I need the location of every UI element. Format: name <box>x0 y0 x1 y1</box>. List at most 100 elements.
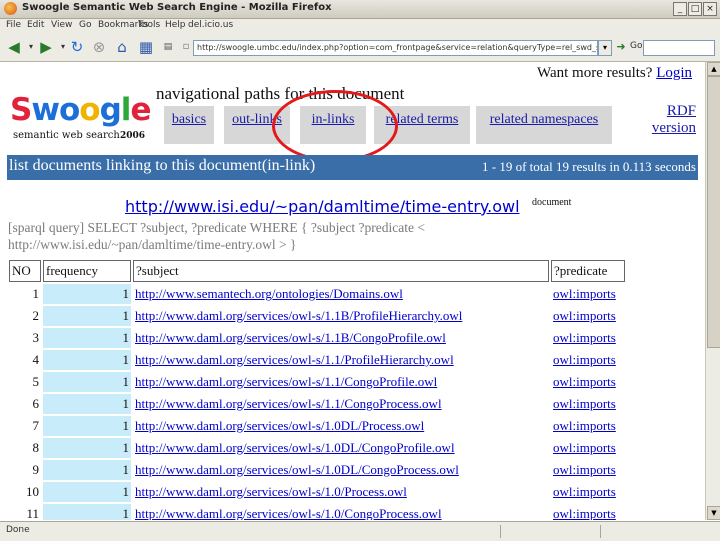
predicate-link[interactable]: owl:imports <box>553 308 616 323</box>
back-icon[interactable]: ◀ <box>5 38 23 56</box>
tab-basics[interactable]: basics <box>164 106 214 144</box>
subject-cell: http://www.semantech.org/ontologies/Doma… <box>133 284 549 304</box>
vertical-scrollbar[interactable]: ▲ ▼ <box>705 62 720 520</box>
column-header-predicate: ?predicate <box>551 260 625 282</box>
predicate-link[interactable]: owl:imports <box>553 462 616 477</box>
predicate-cell: owl:imports <box>551 350 625 370</box>
table-row: 8 1 http://www.daml.org/services/owl-s/1.0… <box>9 438 625 458</box>
document-url-link[interactable]: http://www.isi.edu/~pan/damltime/time-en… <box>125 197 520 216</box>
url-dropdown-icon[interactable]: ▾ <box>598 40 612 56</box>
subject-link[interactable]: http://www.daml.org/services/owl-s/1.1B/… <box>135 308 462 323</box>
menu-go[interactable]: Go <box>79 20 91 30</box>
row-frequency: 1 <box>43 328 131 348</box>
row-frequency: 1 <box>43 306 131 326</box>
predicate-cell: owl:imports <box>551 372 625 392</box>
table-row: 11 1 http://www.daml.org/services/owl-s/1.… <box>9 504 625 520</box>
subject-link[interactable]: http://www.daml.org/services/owl-s/1.1/C… <box>135 396 442 411</box>
subject-cell: http://www.daml.org/services/owl-s/1.1/C… <box>133 394 549 414</box>
column-header-subject: ?subject <box>133 260 549 282</box>
rdf-version-link[interactable]: RDF version <box>648 103 696 137</box>
column-header-no: NO <box>9 260 41 282</box>
status-divider <box>600 525 601 538</box>
login-link[interactable]: Login <box>656 65 692 81</box>
tag-icon[interactable]: ▤ <box>159 38 177 56</box>
reload-icon[interactable]: ↻ <box>68 38 86 56</box>
row-number: 4 <box>9 350 41 370</box>
predicate-link[interactable]: owl:imports <box>553 506 616 520</box>
row-number: 1 <box>9 284 41 304</box>
minimize-button[interactable]: _ <box>673 2 687 16</box>
subject-link[interactable]: http://www.daml.org/services/owl-s/1.1/P… <box>135 352 454 367</box>
predicate-link[interactable]: owl:imports <box>553 330 616 345</box>
menu-bar: File Edit View Go Bookmarks Tools Help d… <box>0 19 720 33</box>
predicate-link[interactable]: owl:imports <box>553 440 616 455</box>
subject-link[interactable]: http://www.daml.org/services/owl-s/1.1/C… <box>135 374 437 389</box>
more-results-text: Want more results? <box>537 65 653 81</box>
predicate-link[interactable]: owl:imports <box>553 286 616 301</box>
logo-year: 2006 <box>120 131 146 141</box>
menu-tools[interactable]: Tools <box>138 20 160 30</box>
subject-link[interactable]: http://www.daml.org/services/owl-s/1.0DL… <box>135 418 424 433</box>
table-row: 7 1 http://www.daml.org/services/owl-s/1.0… <box>9 416 625 436</box>
menu-edit[interactable]: Edit <box>27 20 44 30</box>
row-number: 11 <box>9 504 41 520</box>
table-row: 3 1 http://www.daml.org/services/owl-s/1.1… <box>9 328 625 348</box>
predicate-cell: owl:imports <box>551 504 625 520</box>
menu-help[interactable]: Help <box>165 20 186 30</box>
predicate-link[interactable]: owl:imports <box>553 396 616 411</box>
section-header-bar: list documents linking to this document(… <box>7 155 698 180</box>
menu-delicious[interactable]: del.icio.us <box>188 20 233 30</box>
bookmark-page-icon[interactable]: ▦ <box>137 38 155 56</box>
predicate-link[interactable]: owl:imports <box>553 352 616 367</box>
row-frequency: 1 <box>43 372 131 392</box>
subject-cell: http://www.daml.org/services/owl-s/1.0/P… <box>133 482 549 502</box>
navigation-toolbar: ◀ ▾ ▶ ▾ ↻ ⊗ ⌂ ▦ ▤ ▫ http://swoogle.umbc.… <box>0 33 720 62</box>
table-row: 1 1 http://www.semantech.org/ontologies/Do… <box>9 284 625 304</box>
result-summary: 1 - 19 of total 19 results in 0.113 seco… <box>482 159 696 174</box>
forward-icon[interactable]: ▶ <box>37 38 55 56</box>
predicate-link[interactable]: owl:imports <box>553 484 616 499</box>
highlight-circle <box>272 90 398 162</box>
predicate-cell: owl:imports <box>551 482 625 502</box>
row-number: 6 <box>9 394 41 414</box>
maximize-button[interactable]: □ <box>688 2 702 16</box>
go-button[interactable]: Go <box>630 41 642 51</box>
scrollbar-thumb[interactable] <box>707 76 720 348</box>
subject-cell: http://www.daml.org/services/owl-s/1.0DL… <box>133 416 549 436</box>
close-button[interactable]: × <box>703 2 717 16</box>
home-icon[interactable]: ⌂ <box>113 38 131 56</box>
row-number: 10 <box>9 482 41 502</box>
window-title: Swoogle Semantic Web Search Engine - Moz… <box>22 2 332 13</box>
scroll-down-icon[interactable]: ▼ <box>707 506 720 520</box>
predicate-link[interactable]: owl:imports <box>553 418 616 433</box>
subject-link[interactable]: http://www.daml.org/services/owl-s/1.0DL… <box>135 440 455 455</box>
subject-link[interactable]: http://www.daml.org/services/owl-s/1.0/P… <box>135 484 407 499</box>
search-input[interactable] <box>643 40 715 56</box>
row-number: 8 <box>9 438 41 458</box>
row-number: 9 <box>9 460 41 480</box>
predicate-link[interactable]: owl:imports <box>553 374 616 389</box>
column-header-frequency: frequency <box>43 260 131 282</box>
row-frequency: 1 <box>43 350 131 370</box>
subject-link[interactable]: http://www.daml.org/services/owl-s/1.1B/… <box>135 330 446 345</box>
subject-cell: http://www.daml.org/services/owl-s/1.1B/… <box>133 328 549 348</box>
subject-link[interactable]: http://www.daml.org/services/owl-s/1.0DL… <box>135 462 459 477</box>
row-number: 2 <box>9 306 41 326</box>
row-frequency: 1 <box>43 482 131 502</box>
tab-related-namespaces[interactable]: related namespaces <box>476 106 612 144</box>
subject-link[interactable]: http://www.semantech.org/ontologies/Doma… <box>135 286 403 301</box>
status-bar: Done <box>0 521 720 541</box>
subject-cell: http://www.daml.org/services/owl-s/1.1B/… <box>133 306 549 326</box>
url-bar[interactable]: http://swoogle.umbc.edu/index.php?option… <box>193 40 598 56</box>
menu-view[interactable]: View <box>51 20 72 30</box>
predicate-cell: owl:imports <box>551 394 625 414</box>
go-icon[interactable]: ➜ <box>614 40 628 54</box>
window-title-bar: Swoogle Semantic Web Search Engine - Moz… <box>0 0 720 19</box>
swoogle-logo[interactable]: Swoogle <box>10 92 151 128</box>
stop-icon[interactable]: ⊗ <box>90 38 108 56</box>
menu-file[interactable]: File <box>6 20 21 30</box>
scroll-up-icon[interactable]: ▲ <box>707 62 720 76</box>
page-content: Swoogle semantic web search 2006 navigat… <box>0 62 705 520</box>
subject-cell: http://www.daml.org/services/owl-s/1.1/P… <box>133 350 549 370</box>
subject-link[interactable]: http://www.daml.org/services/owl-s/1.0/C… <box>135 506 442 520</box>
